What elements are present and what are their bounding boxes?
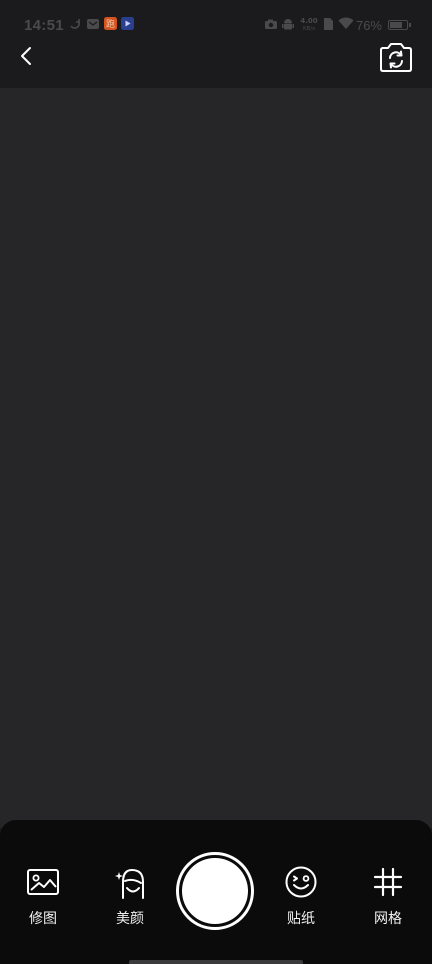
home-indicator[interactable] <box>129 960 303 964</box>
sticker-smile-icon <box>283 864 319 900</box>
svg-text:4.00: 4.00 <box>300 17 317 25</box>
camera-switch-icon <box>380 43 412 72</box>
battery-icon <box>388 20 411 30</box>
wifi-icon <box>338 17 354 33</box>
status-time: 14:51 <box>24 17 64 34</box>
grid-hash-icon <box>370 864 406 900</box>
chevron-left-icon <box>21 47 31 65</box>
image-edit-icon <box>25 864 61 900</box>
status-bar: 14:51 跑 4.00 KB/s 76% <box>0 0 432 50</box>
android-icon <box>281 17 295 34</box>
edit-photo-label: 修图 <box>29 911 57 927</box>
beauty-button[interactable]: 美颜 <box>100 864 160 928</box>
shutter-inner <box>182 858 248 924</box>
sim-icon <box>322 17 334 34</box>
grid-button[interactable]: 网格 <box>358 864 418 928</box>
svg-text:跑: 跑 <box>106 18 115 30</box>
mail-icon <box>86 17 100 34</box>
back-button[interactable] <box>12 42 40 70</box>
sync-icon <box>68 17 82 34</box>
beauty-face-icon <box>112 864 148 900</box>
svg-text:KB/s: KB/s <box>303 26 315 32</box>
data-speed-icon: 4.00 KB/s <box>298 16 320 35</box>
app-notification-icon: 跑 <box>104 17 117 33</box>
camera-screen: 14:51 跑 4.00 KB/s 76% 修图 美颜 贴纸 网格 <box>0 0 432 964</box>
play-app-icon <box>121 17 134 33</box>
battery-percent: 76% <box>355 18 382 33</box>
camera-controls-panel: 修图 美颜 贴纸 网格 <box>0 820 432 964</box>
sticker-label: 贴纸 <box>287 911 315 927</box>
shutter-button[interactable] <box>176 852 254 930</box>
grid-label: 网格 <box>374 911 402 927</box>
camera-status-icon <box>264 17 278 34</box>
camera-viewfinder[interactable] <box>0 88 432 828</box>
top-bar: 14:51 跑 4.00 KB/s 76% <box>0 0 432 88</box>
edit-photo-button[interactable]: 修图 <box>13 864 73 928</box>
switch-camera-button[interactable] <box>378 40 414 74</box>
sticker-button[interactable]: 贴纸 <box>271 864 331 928</box>
beauty-label: 美颜 <box>116 911 144 927</box>
